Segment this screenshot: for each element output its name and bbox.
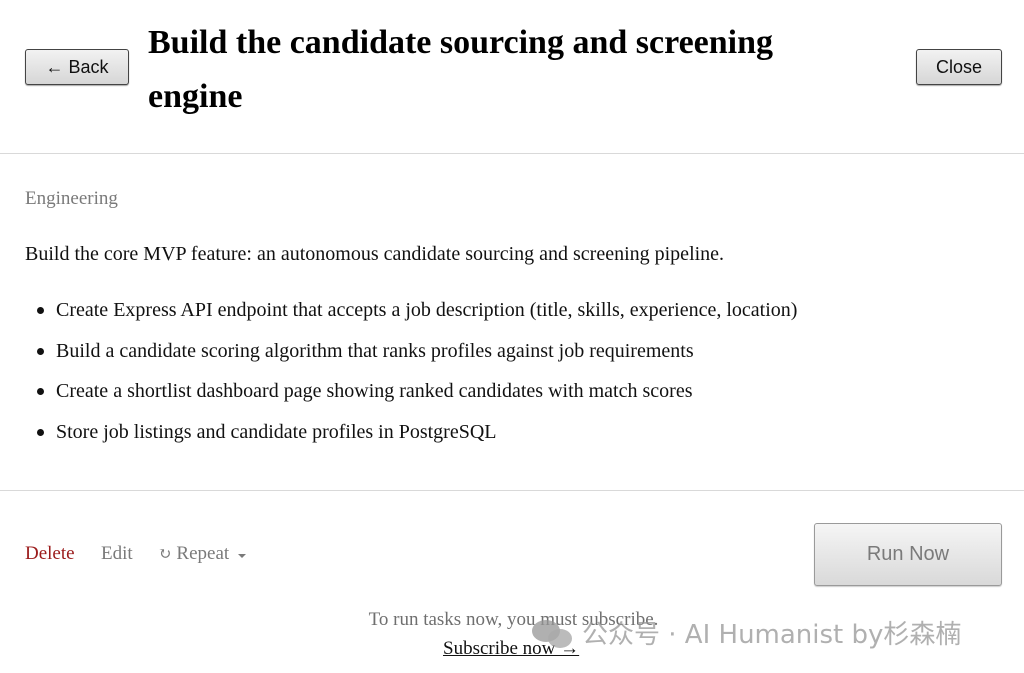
close-button[interactable]: Close: [916, 49, 1002, 85]
bullet-icon: [37, 388, 44, 395]
bullet-icon: [37, 428, 44, 436]
edit-link[interactable]: Edit: [101, 543, 133, 565]
bullet-icon: [37, 347, 44, 355]
list-item-text: Create a shortlist dashboard page showin…: [56, 380, 693, 402]
back-button[interactable]: ← Back: [25, 49, 129, 85]
list-item-text: Create Express API endpoint that accepts…: [56, 299, 798, 321]
task-description: Build the core MVP feature: an autonomou…: [25, 243, 725, 265]
list-item: Create Express API endpoint that accepts…: [25, 290, 797, 331]
page-title: Build the candidate sourcing and screeni…: [148, 24, 774, 115]
task-details: Engineering Build the core MVP feature: …: [0, 154, 1024, 491]
list-item: Build a candidate scoring algorithm that…: [25, 331, 797, 372]
repeat-label: Repeat: [176, 543, 230, 564]
task-requirements-list: Create Express API endpoint that accepts…: [25, 290, 797, 452]
task-category: Engineering: [25, 188, 118, 209]
list-item: Create a shortlist dashboard page showin…: [25, 371, 797, 412]
run-now-button[interactable]: Run Now: [814, 523, 1002, 586]
list-item: Store job listings and candidate profile…: [25, 412, 797, 453]
task-header: ← Back Build the candidate sourcing and …: [0, 0, 1024, 154]
bullet-icon: [37, 307, 44, 314]
task-actions: Delete Edit ↻ Repeat Run Now To run task…: [0, 491, 1024, 673]
list-item-text: Build a candidate scoring algorithm that…: [56, 339, 694, 362]
repeat-icon: ↻: [158, 546, 172, 563]
subscribe-link[interactable]: Subscribe now →: [443, 638, 579, 660]
list-item-text: Store job listings and candidate profile…: [56, 420, 497, 443]
subscribe-notice: To run tasks now, you must subscribe.: [368, 609, 659, 630]
delete-link[interactable]: Delete: [25, 543, 75, 565]
caret-down-icon: [238, 553, 247, 558]
repeat-dropdown[interactable]: ↻ Repeat: [158, 543, 247, 565]
